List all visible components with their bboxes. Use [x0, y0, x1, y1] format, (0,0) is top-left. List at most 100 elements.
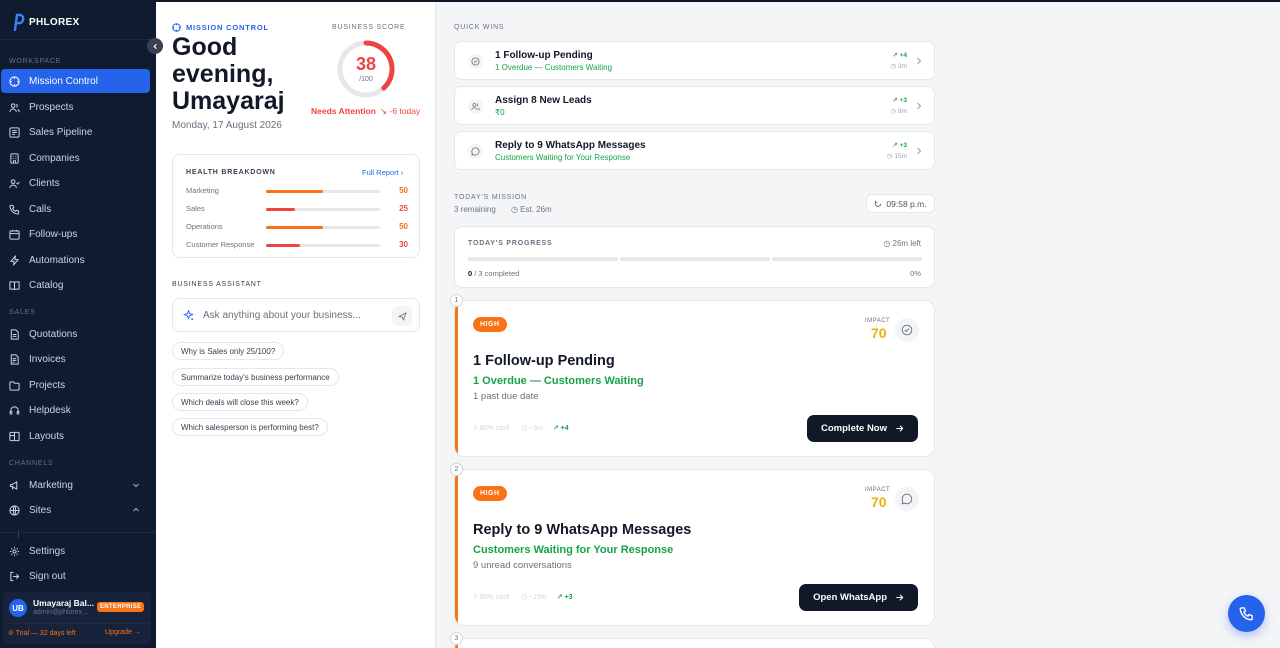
megaphone-icon [9, 480, 18, 490]
task-description: 9 unread conversations [473, 560, 572, 571]
refresh-clock-button[interactable]: 09:58 p.m. [866, 194, 935, 213]
priority-badge: HIGH [473, 486, 507, 501]
priority-badge: HIGH [473, 317, 507, 332]
health-value: 25 [399, 204, 408, 213]
globe-icon [9, 504, 20, 516]
separator: · [502, 205, 505, 214]
brand-logo[interactable]: PHLOREX [12, 10, 79, 34]
layout-icon [9, 431, 20, 441]
user-name: Umayaraj Bal... [33, 598, 94, 608]
quick-win-item[interactable]: 1 Follow-up Pending 1 Overdue — Customer… [454, 41, 935, 80]
sidebar-item-sales-pipeline[interactable]: Sales Pipeline [1, 120, 150, 144]
sidebar-collapse-button[interactable] [147, 38, 163, 54]
sidebar-item-quotations[interactable]: Quotations [1, 322, 150, 346]
sidebar-item-settings[interactable]: Settings [1, 539, 150, 563]
sidebar-item-automations[interactable]: Automations [1, 248, 150, 272]
sidebar-item-helpdesk[interactable]: Helpdesk [1, 398, 150, 422]
health-bar-fill [266, 244, 301, 247]
section-workspace: WORKSPACE [9, 58, 62, 65]
quick-wins-label: QUICK WINS [454, 24, 505, 31]
sidebar-item-clients[interactable]: Clients [1, 171, 150, 195]
assistant-input[interactable]: Ask anything about your business... [172, 298, 420, 332]
button-label: Complete Now [821, 423, 887, 434]
sidebar-item-catalog[interactable]: Catalog [1, 273, 150, 297]
sidebar-item-marketing[interactable]: Marketing [1, 473, 150, 497]
overview-panel: MISSION CONTROL Good evening, Umayaraj M… [156, 2, 436, 648]
sidebar-item-invoices[interactable]: Invoices [1, 347, 150, 371]
chat-icon [468, 144, 483, 159]
call-fab-button[interactable] [1228, 595, 1265, 632]
task-status-button[interactable] [895, 487, 919, 511]
sidebar-item-prospects[interactable]: Prospects [1, 95, 150, 119]
task-meta: ⚡ 80% conf. ◷ ~3m ↗ +4 [473, 424, 569, 432]
sidebar-item-sites[interactable]: Sites [1, 498, 150, 522]
health-row-sales: Sales 25 [186, 204, 408, 216]
sidebar-item-label: Mission Control [29, 75, 98, 87]
sidebar-item-sign-out[interactable]: Sign out [1, 564, 150, 588]
sidebar-item-calls[interactable]: Calls [1, 197, 150, 221]
folder-icon [9, 380, 20, 391]
sidebar-item-companies[interactable]: Companies [1, 146, 150, 170]
impact-label: IMPACT [865, 487, 891, 493]
impact-value: 70 [871, 494, 887, 510]
health-bar-track [266, 244, 380, 247]
sidebar-item-label: Prospects [29, 101, 74, 113]
todays-mission-label: TODAY'S MISSION [454, 194, 527, 201]
chevron-right-icon [917, 57, 922, 65]
quick-win-item[interactable]: Assign 8 New Leads ₹0 ↗ +3 ◷ 8m [454, 86, 935, 125]
check-circle-icon [901, 324, 913, 336]
sidebar-item-mission-control[interactable]: Mission Control [1, 69, 150, 93]
chevron-down-icon[interactable] [132, 481, 140, 489]
health-breakdown-card: HEALTH BREAKDOWN Full Report › Marketing… [172, 154, 420, 258]
progress-count: 0 / 3 completed [468, 269, 519, 278]
headset-icon [9, 405, 20, 415]
full-report-link[interactable]: Full Report › [362, 168, 403, 177]
user-card[interactable]: UB Umayaraj Bal... admin@phlorex... ENTE… [3, 592, 151, 644]
suggestion-chip[interactable]: Why is Sales only 25/100? [172, 342, 285, 360]
assistant-placeholder: Ask anything about your business... [203, 310, 361, 321]
chevron-right-icon [917, 102, 922, 110]
quick-win-time: ◷ 8m [890, 108, 907, 115]
chat-icon [901, 493, 913, 505]
todays-progress-card: TODAY'S PROGRESS ◷ 26m left 0 / 3 comple… [454, 226, 935, 288]
suggestion-chip[interactable]: Which deals will close this week? [172, 393, 308, 411]
send-button[interactable] [392, 306, 412, 326]
quick-win-subtitle: 1 Overdue — Customers Waiting [495, 63, 613, 72]
sidebar-item-label: Settings [29, 545, 66, 557]
health-value: 50 [399, 186, 408, 195]
health-bar-fill [266, 190, 323, 193]
doc-icon [10, 328, 19, 340]
quick-win-time: ◷ 3m [890, 63, 907, 70]
upgrade-link[interactable]: Upgrade → [105, 629, 141, 636]
users-icon [468, 99, 483, 114]
suggestion-chip[interactable]: Summarize today's business performance [172, 368, 339, 386]
health-label: Marketing [186, 186, 219, 195]
quick-win-points: ↗ +3 [892, 142, 907, 149]
task-points: ↗ +3 [556, 594, 573, 601]
sidebar-item-layouts[interactable]: Layouts [1, 424, 150, 448]
score-status: Needs Attention [311, 106, 376, 116]
complete-now-button[interactable]: Complete Now [807, 415, 918, 442]
user-email: admin@phlorex... [33, 609, 88, 616]
progress-segment [620, 257, 770, 261]
quick-win-title: 1 Follow-up Pending [495, 50, 593, 61]
building-icon [10, 152, 19, 164]
arrow-right-icon [896, 594, 904, 601]
business-score-value: 38 [355, 54, 377, 74]
mission-control-label: MISSION CONTROL [186, 23, 269, 32]
sidebar-item-projects[interactable]: Projects [1, 373, 150, 397]
quick-win-points: ↗ +3 [892, 97, 907, 104]
sidebar-item-follow-ups[interactable]: Follow-ups [1, 222, 150, 246]
task-step-number: 1 [450, 294, 463, 307]
quick-win-item[interactable]: Reply to 9 WhatsApp Messages Customers W… [454, 131, 935, 170]
sparkle-icon [183, 310, 194, 321]
health-value: 30 [399, 240, 408, 249]
bolt-icon [10, 254, 19, 266]
task-confidence: ⚡ 80% conf. [473, 425, 511, 432]
chevron-up-icon[interactable] [132, 506, 140, 514]
task-status-button[interactable] [895, 318, 919, 342]
open-whatsapp-button[interactable]: Open WhatsApp [799, 584, 918, 611]
task-description: 1 past due date [473, 391, 539, 402]
progress-segment [468, 257, 618, 261]
suggestion-chip[interactable]: Which salesperson is performing best? [172, 418, 328, 436]
